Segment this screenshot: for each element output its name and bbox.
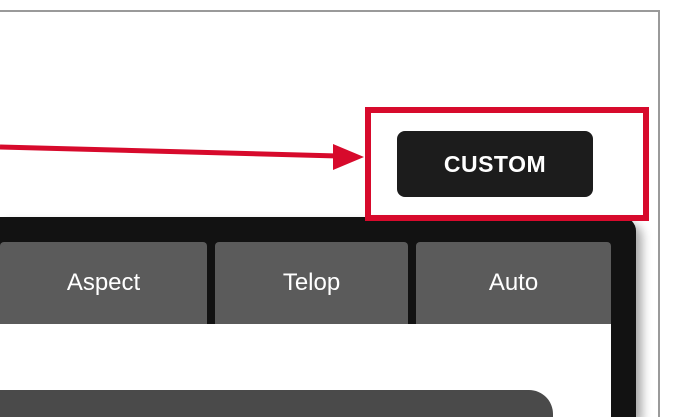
tab-auto[interactable]: Auto	[416, 242, 611, 324]
tab-aspect[interactable]: Aspect	[0, 242, 207, 324]
tab-auto-label: Auto	[488, 269, 539, 296]
tab-telop-label: Telop	[282, 269, 341, 296]
frame-right-border	[658, 10, 660, 417]
annotation-highlight-box	[365, 107, 649, 221]
screenshot-canvas: Aspect Telop Auto CUSTOM	[0, 0, 673, 417]
annotation-arrow-line	[0, 144, 339, 159]
panel-content-bar	[0, 390, 553, 417]
tab-aspect-label: Aspect	[66, 269, 141, 296]
frame-top-border	[0, 10, 660, 12]
tab-telop[interactable]: Telop	[215, 242, 408, 324]
annotation-arrowhead	[333, 144, 364, 170]
